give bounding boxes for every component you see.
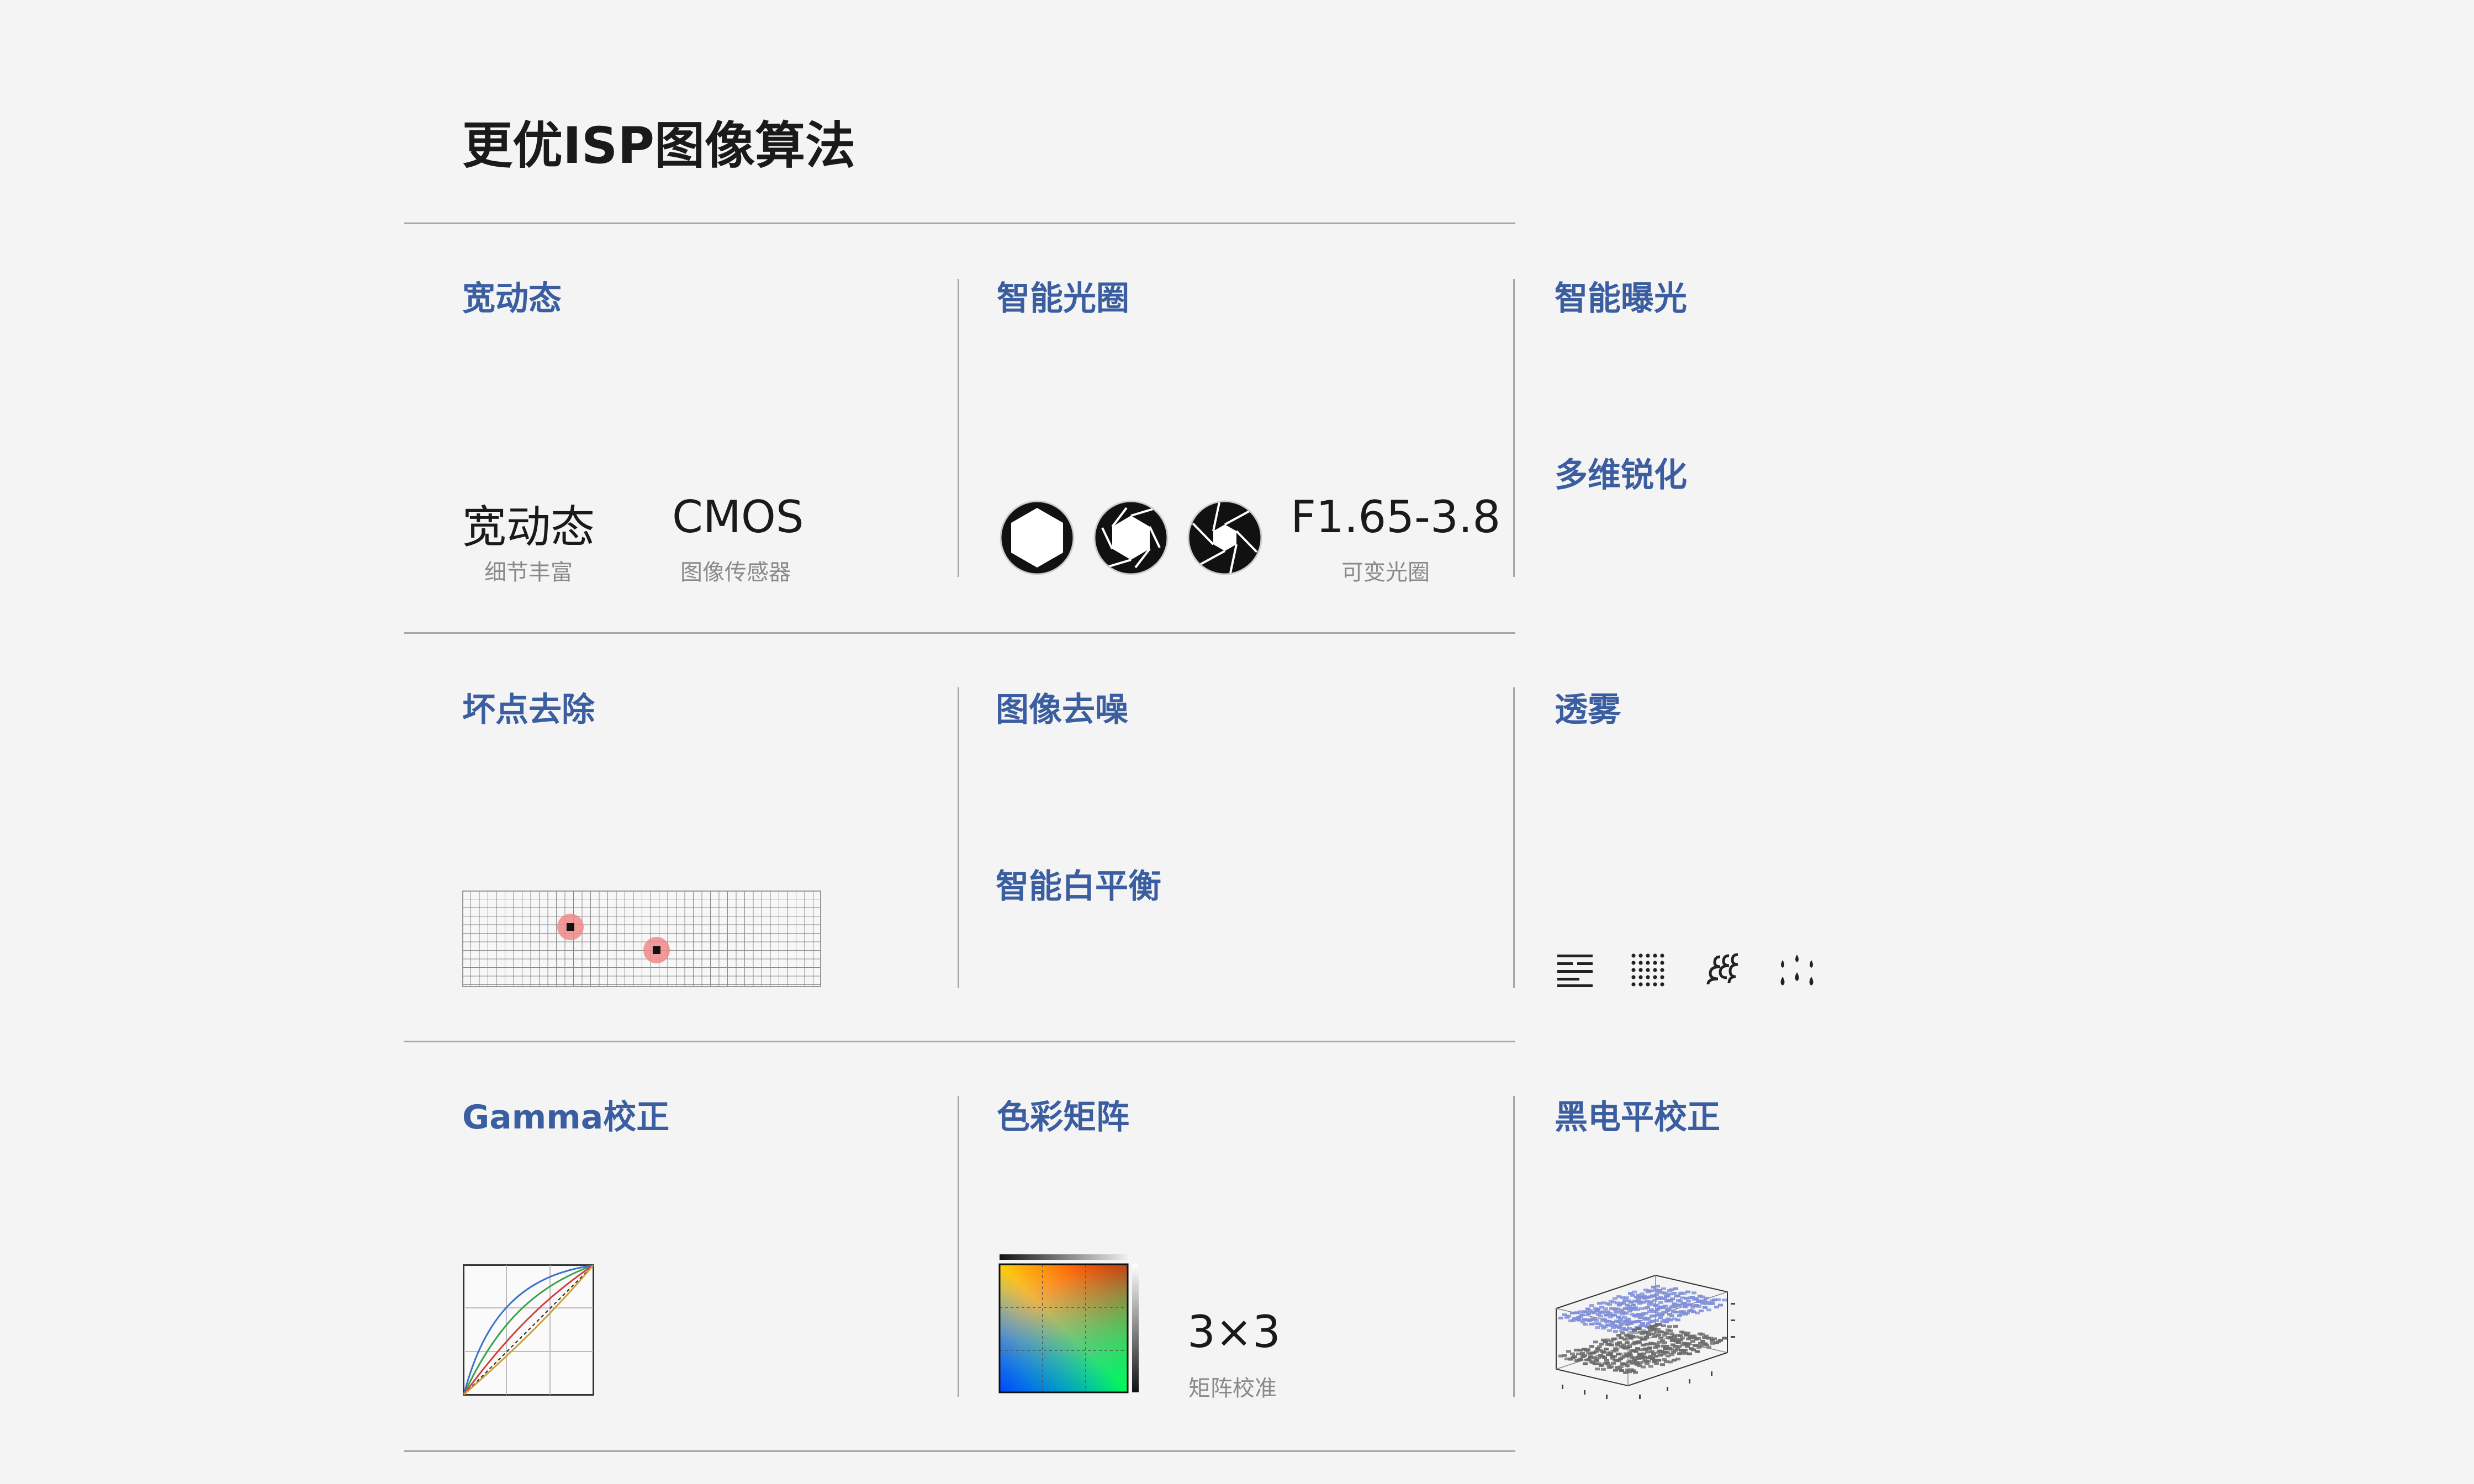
column-divider <box>1513 279 1515 577</box>
aperture-stat-value: F1.65-3.8 <box>1291 491 1501 543</box>
gamma-title: Gamma校正 <box>462 1098 670 1137</box>
dot-grid-icon <box>1629 952 1668 988</box>
column-divider <box>1513 687 1515 988</box>
aperture-stat-caption: 可变光圈 <box>1341 560 1430 585</box>
column-divider <box>1513 1096 1515 1397</box>
row-divider <box>404 632 1515 634</box>
dead-pixel-title: 坏点去除 <box>462 691 595 729</box>
defog-title: 透雾 <box>1555 691 1621 729</box>
color-matrix-stat-caption: 矩阵校准 <box>1188 1376 1277 1401</box>
color-matrix-title: 色彩矩阵 <box>997 1098 1129 1137</box>
aperture-title: 智能光圈 <box>997 279 1129 318</box>
page-title: 更优ISP图像算法 <box>462 117 856 175</box>
column-divider <box>958 279 959 577</box>
awb-title: 智能白平衡 <box>996 867 1161 906</box>
rain-drops-icon <box>1777 952 1816 988</box>
black-level-3d-plot <box>1551 1259 1738 1402</box>
aperture-open-icon <box>998 499 1076 576</box>
gamma-curve-plot <box>463 1264 594 1396</box>
wdr-title: 宽动态 <box>462 279 562 318</box>
column-divider <box>958 1096 959 1397</box>
dead-pixel-grid <box>462 891 821 987</box>
color-matrix-graphic <box>998 1253 1142 1397</box>
exposure-title: 智能曝光 <box>1555 279 1687 318</box>
sharpen-title: 多维锐化 <box>1555 456 1687 495</box>
column-divider <box>958 687 959 988</box>
denoise-title: 图像去噪 <box>996 691 1128 729</box>
fog-lines-icon <box>1556 952 1595 988</box>
aperture-mid-icon <box>1092 499 1170 576</box>
aperture-closed-icon <box>1186 499 1264 576</box>
color-matrix-stat-value: 3×3 <box>1187 1306 1281 1358</box>
cmos-stat-value: CMOS <box>672 491 804 543</box>
isp-feature-page: 更优ISP图像算法 宽动态 宽动态 细节丰富 CMOS 图像传感器 智能光圈 F… <box>0 0 2474 1484</box>
wdr-stat-caption: 细节丰富 <box>484 560 573 585</box>
row-divider <box>404 1450 1515 1452</box>
wdr-stat-value: 宽动态 <box>462 501 595 553</box>
cmos-stat-caption: 图像传感器 <box>680 560 791 585</box>
haze-waves-icon <box>1704 952 1742 988</box>
row-divider <box>404 1041 1515 1042</box>
black-level-title: 黑电平校正 <box>1555 1098 1720 1137</box>
row-divider <box>404 222 1515 224</box>
